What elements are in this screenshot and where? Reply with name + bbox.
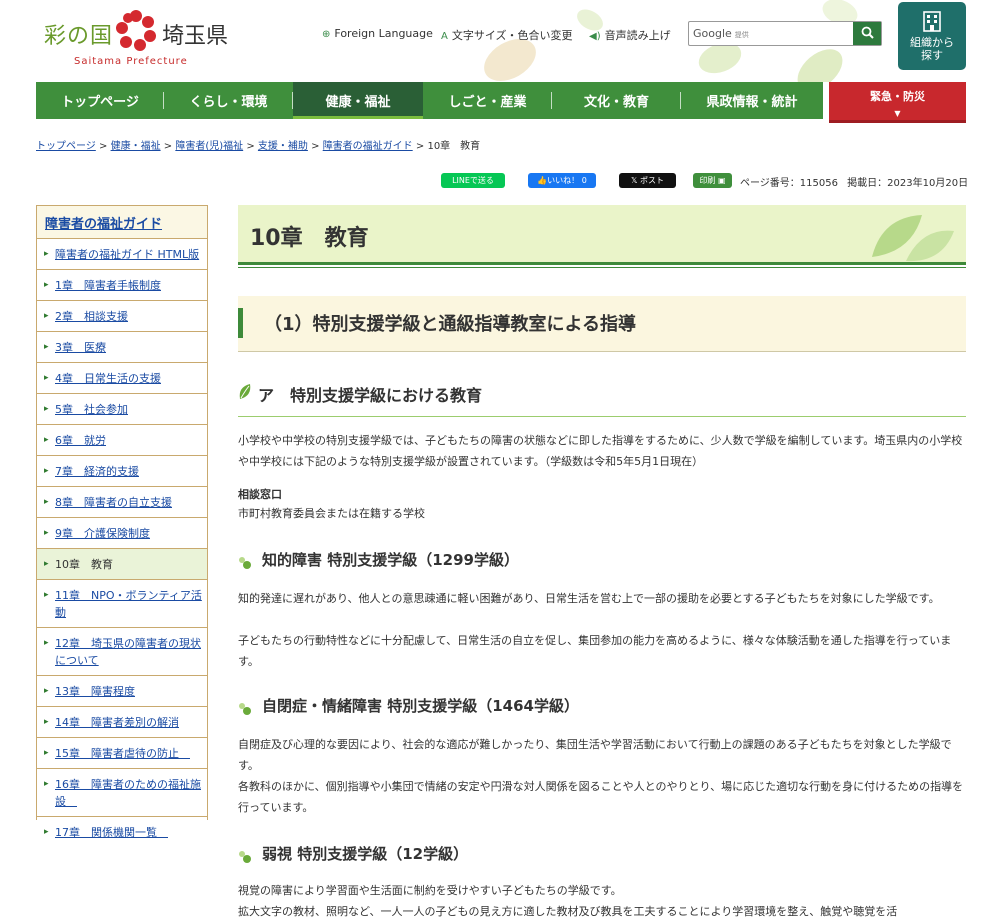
sidebar-item-html[interactable]: 障害者の福祉ガイド HTML版 bbox=[37, 239, 207, 270]
search-by-organization-button[interactable]: 組織から 探す bbox=[898, 2, 966, 70]
logo-sai-text: 彩の国 bbox=[44, 24, 114, 49]
text-size-icon: A bbox=[441, 31, 448, 42]
print-button[interactable]: 印刷 ▣ bbox=[693, 173, 732, 188]
sidebar-item-ch14[interactable]: 14章 障害者差別の解消 bbox=[37, 707, 207, 738]
emergency-disaster-button[interactable]: 緊急・防災 ▼ bbox=[829, 82, 966, 123]
breadcrumb: トップページ > 健康・福祉 > 障害者(児)福祉 > 支援・補助 > 障害者の… bbox=[36, 141, 481, 152]
sidebar-item-ch10: 10章 教育 bbox=[37, 549, 207, 580]
line-share-button[interactable]: LINEで送る bbox=[441, 173, 505, 188]
consult-label: 相談窓口 bbox=[238, 488, 282, 501]
x-logo-icon: 𝕏 bbox=[631, 176, 640, 185]
page-number: ページ番号：115056 bbox=[740, 178, 838, 189]
leaf-bullet-icon bbox=[239, 384, 251, 399]
text-size-color-link[interactable]: A 文字サイズ・色合い変更 bbox=[441, 27, 573, 43]
global-nav: トップページ くらし・環境 健康・福祉 しごと・産業 文化・教育 県政情報・統計 bbox=[36, 82, 823, 119]
breadcrumb-link[interactable]: トップページ bbox=[36, 141, 96, 152]
search-box: Google 提供 bbox=[688, 21, 882, 46]
nav-prefecture-info[interactable]: 県政情報・統計 bbox=[681, 82, 823, 119]
breadcrumb-link[interactable]: 障害者(児)福祉 bbox=[175, 141, 243, 152]
site-header: 彩の国 埼玉県 Saitama Prefecture ⊕ Foreign Lang… bbox=[0, 0, 1000, 82]
sidebar-item-ch1[interactable]: 1章 障害者手帳制度 bbox=[37, 270, 207, 301]
leaf-bullet-icon bbox=[239, 557, 251, 569]
leaf-decoration-icon bbox=[872, 215, 954, 262]
nav-living-environment[interactable]: くらし・環境 bbox=[164, 82, 293, 119]
breadcrumb-link[interactable]: 支援・補助 bbox=[258, 141, 308, 152]
intro-paragraph: 小学校や中学校の特別支援学級では、子どもたちの障害の状態などに即した指導をするた… bbox=[238, 434, 963, 468]
search-icon bbox=[861, 26, 874, 39]
sidebar-item-ch4[interactable]: 4章 日常生活の支援 bbox=[37, 363, 207, 394]
class-desc-intellectual-2: 子どもたちの行動特性などに十分配慮して、日常生活の自立を促し、集団参加の能力を高… bbox=[238, 634, 952, 668]
leaf-bullet-icon bbox=[239, 703, 251, 715]
sidebar-item-ch11[interactable]: 11章 NPO・ボランティア活動 bbox=[37, 580, 207, 628]
sidebar-item-ch7[interactable]: 7章 経済的支援 bbox=[37, 456, 207, 487]
class-desc-autism-1: 自閉症及び心理的な要因により、社会的な適応が難しかったり、集団生活や学習活動にお… bbox=[238, 738, 952, 772]
sidebar-item-ch5[interactable]: 5章 社会参加 bbox=[37, 394, 207, 425]
nav-culture-education[interactable]: 文化・教育 bbox=[552, 82, 681, 119]
sidebar-title[interactable]: 障害者の福祉ガイド bbox=[37, 206, 207, 239]
subsection-heading-box: ア 特別支援学級における教育 bbox=[238, 377, 966, 417]
search-input[interactable] bbox=[689, 22, 854, 45]
logo-pref-text: 埼玉県 bbox=[162, 24, 229, 49]
read-aloud-link[interactable]: ◀) 音声読み上げ bbox=[589, 27, 671, 43]
site-logo[interactable]: 彩の国 埼玉県 Saitama Prefecture bbox=[40, 8, 240, 68]
printer-icon: ▣ bbox=[715, 176, 726, 185]
thumbs-up-icon: 👍 bbox=[537, 176, 548, 185]
page-title-box: 10章 教育 bbox=[238, 205, 966, 268]
breadcrumb-link[interactable]: 健康・福祉 bbox=[111, 141, 161, 152]
speaker-icon: ◀) bbox=[589, 31, 601, 42]
sidebar-item-ch12[interactable]: 12章 埼玉県の障害者の現状について bbox=[37, 628, 207, 676]
leaf-bullet-icon bbox=[239, 851, 251, 863]
section-heading-box: （1）特別支援学級と通級指導教室による指導 bbox=[238, 296, 966, 352]
class-desc-autism-2: 各教科のほかに、個別指導や小集団で情緒の安定や円滑な対人関係を図ることや人とのや… bbox=[238, 780, 964, 814]
breadcrumb-link[interactable]: 障害者の福祉ガイド bbox=[323, 141, 413, 152]
sidebar-item-ch6[interactable]: 6章 就労 bbox=[37, 425, 207, 456]
posted-date: 掲載日：2023年10月20日 bbox=[847, 178, 969, 189]
foreign-language-link[interactable]: ⊕ Foreign Language bbox=[322, 27, 433, 40]
globe-icon: ⊕ bbox=[322, 29, 331, 40]
section-heading: （1）特別支援学級と通級指導教室による指導 bbox=[264, 314, 636, 335]
nav-top-page[interactable]: トップページ bbox=[36, 82, 164, 119]
nav-work-industry[interactable]: しごと・産業 bbox=[423, 82, 552, 119]
sidebar-nav: 障害者の福祉ガイド 障害者の福祉ガイド HTML版 1章 障害者手帳制度 2章 … bbox=[36, 205, 208, 847]
search-button[interactable] bbox=[853, 22, 881, 45]
sidebar-item-ch8[interactable]: 8章 障害者の自立支援 bbox=[37, 487, 207, 518]
logo-subtitle: Saitama Prefecture bbox=[74, 56, 188, 67]
class-desc-low-vision-2: 拡大文字の教材、照明など、一人一人の子どもの見え方に適した教材及び教具を工夫する… bbox=[238, 905, 898, 918]
consult-text: 市町村教育委員会または在籍する学校 bbox=[238, 507, 425, 520]
chevron-down-icon: ▼ bbox=[894, 109, 901, 118]
breadcrumb-current: 10章 教育 bbox=[427, 141, 481, 152]
sidebar-item-ch3[interactable]: 3章 医療 bbox=[37, 332, 207, 363]
facebook-like-button[interactable]: 👍いいね！ 0 bbox=[528, 173, 596, 188]
sidebar-item-ch2[interactable]: 2章 相談支援 bbox=[37, 301, 207, 332]
building-icon bbox=[923, 11, 941, 32]
sidebar-item-ch15[interactable]: 15章 障害者虐待の防止 bbox=[37, 738, 207, 769]
sidebar-item-ch16[interactable]: 16章 障害者のための福祉施設 bbox=[37, 769, 207, 817]
primrose-logo-icon bbox=[116, 10, 156, 51]
subsection-heading: ア 特別支援学級における教育 bbox=[258, 386, 483, 405]
page-info: ページ番号：115056 掲載日：2023年10月20日 bbox=[740, 174, 968, 189]
sidebar-item-ch13[interactable]: 13章 障害程度 bbox=[37, 676, 207, 707]
page-title: 10章 教育 bbox=[250, 226, 369, 251]
sidebar-item-ch9[interactable]: 9章 介護保険制度 bbox=[37, 518, 207, 549]
sidebar-item-ch17[interactable]: 17章 関係機関一覧 bbox=[37, 817, 207, 847]
class-desc-intellectual-1: 知的発達に遅れがあり、他人との意思疎通に軽い困難があり、日常生活を営む上で一部の… bbox=[238, 592, 940, 605]
nav-health-welfare[interactable]: 健康・福祉 bbox=[293, 82, 423, 119]
x-post-button[interactable]: 𝕏 ポスト bbox=[619, 173, 676, 188]
class-desc-low-vision-1: 視覚の障害により学習面や生活面に制約を受けやすい子どもたちの学級です。 bbox=[238, 884, 622, 897]
